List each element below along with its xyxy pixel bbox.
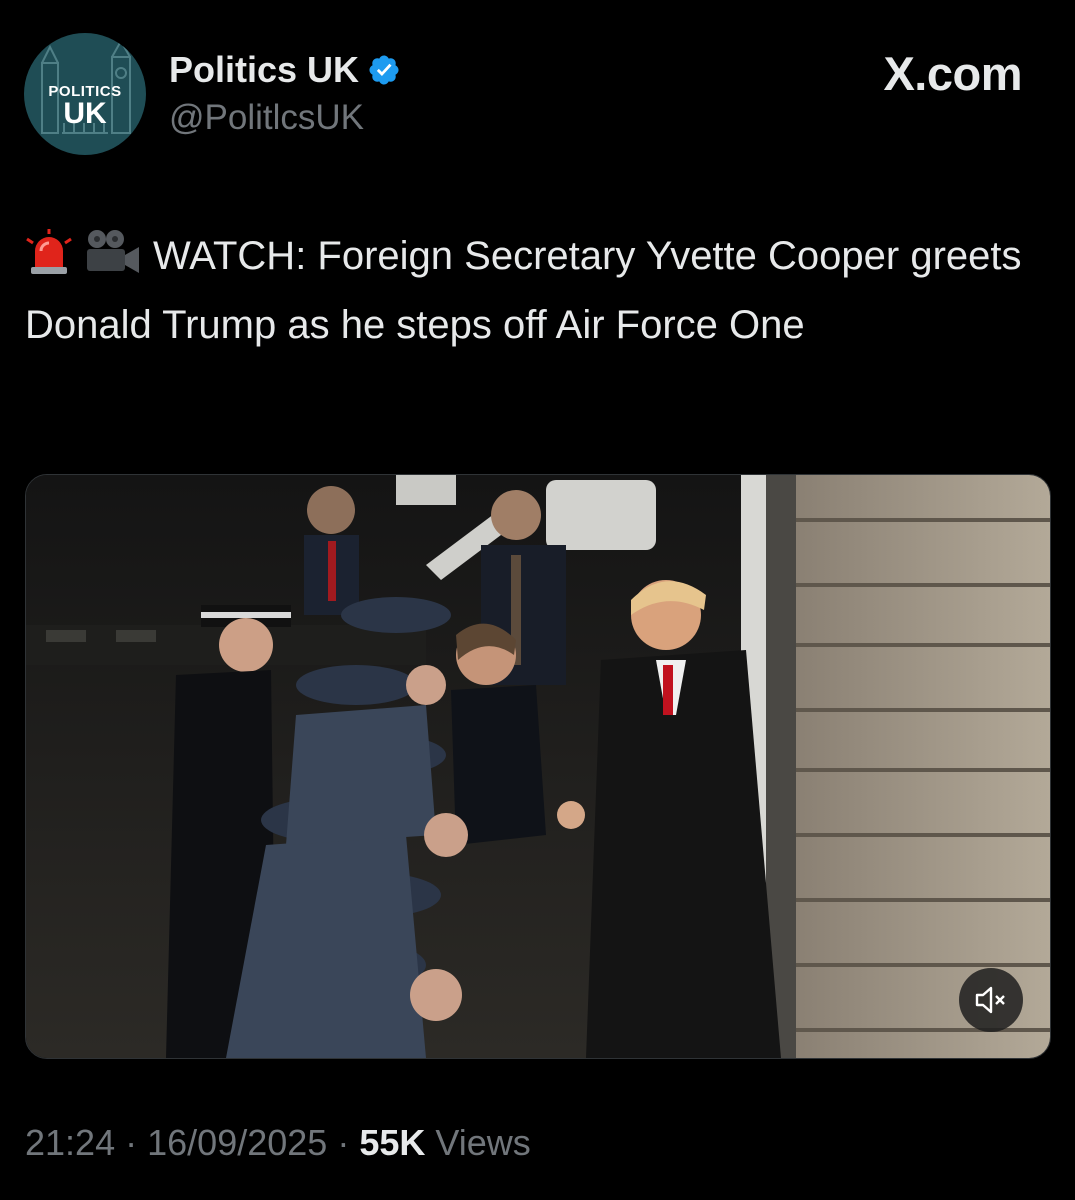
- tweet-date[interactable]: 16/09/2025: [147, 1122, 327, 1163]
- rotating-light-icon: [25, 229, 73, 294]
- tweet-text: WATCH: Foreign Secretary Yvette Cooper g…: [25, 225, 1045, 357]
- video-frame: [26, 475, 1050, 1058]
- speaker-muted-icon: [975, 986, 1005, 1014]
- verified-badge-icon: [369, 55, 399, 85]
- views-count[interactable]: 55K: [359, 1122, 425, 1163]
- brand-watermark: X.com: [883, 47, 1022, 100]
- user-handle[interactable]: @PolitlcsUK: [169, 98, 364, 138]
- display-name[interactable]: Politics UK: [169, 49, 359, 91]
- avatar-label-uk: UK: [63, 97, 107, 130]
- tweet-body: WATCH: Foreign Secretary Yvette Cooper g…: [25, 234, 1022, 347]
- tweet-meta: 21:24 · 16/09/2025 · 55K Views: [25, 1122, 531, 1164]
- movie-camera-icon: [83, 229, 143, 294]
- author-name-row[interactable]: Politics UK: [169, 49, 401, 91]
- tweet-time[interactable]: 21:24: [25, 1122, 115, 1163]
- avatar[interactable]: POLITICS UK: [24, 33, 146, 155]
- separator: ·: [125, 1122, 138, 1163]
- video-player[interactable]: [25, 474, 1051, 1059]
- mute-toggle-button[interactable]: [959, 968, 1023, 1032]
- views-label: Views: [435, 1122, 531, 1163]
- separator: ·: [337, 1122, 350, 1163]
